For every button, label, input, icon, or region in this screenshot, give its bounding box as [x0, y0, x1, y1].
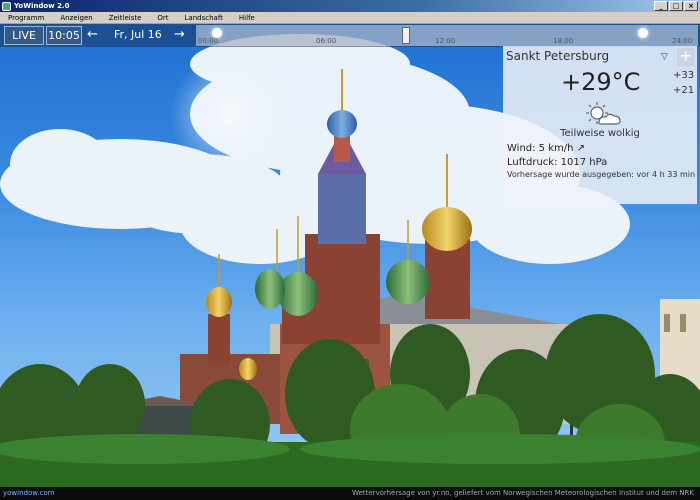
menu-zeitleiste[interactable]: Zeitleiste	[109, 14, 142, 22]
high-temperature: +33	[673, 70, 695, 81]
timeline-tick: 24:00	[672, 37, 693, 45]
timeline-slider-handle[interactable]	[402, 27, 410, 44]
timeline-tick: 06:00	[316, 37, 337, 45]
maximize-button[interactable]: □	[669, 1, 683, 11]
back-arrow-icon[interactable]: ←	[87, 27, 98, 43]
forecast-credit[interactable]: Wettervorhersage von yr.no, geliefert vo…	[352, 489, 694, 497]
weather-condition: Teilweise wolkig	[560, 128, 640, 139]
sun-icon	[638, 28, 648, 38]
window-title: YoWindow 2.0	[14, 2, 70, 10]
date-display[interactable]: Fr, Jul 16	[114, 27, 162, 43]
partly-cloudy-icon	[586, 102, 621, 125]
window-titlebar[interactable]: YoWindow 2.0 _ □ ×	[0, 0, 700, 12]
weather-panel: Sankt Petersburg ▽ + +29°C +33 +21 Teilw…	[503, 46, 697, 204]
time-display[interactable]: 10:05	[46, 26, 82, 45]
add-location-button[interactable]: +	[677, 48, 695, 66]
menu-ort[interactable]: Ort	[157, 14, 168, 22]
wind-info: Wind: 5 km/h ↗	[507, 143, 586, 154]
forecast-issued-info: Vorhersage wurde ausgegeben: vor 4 h 33 …	[507, 170, 696, 179]
website-link[interactable]: yowindow.com	[3, 489, 55, 497]
live-button[interactable]: LIVE	[4, 26, 44, 45]
landscape-scene: LIVE 10:05 ← Fr, Jul 16 → 00:00 06:00 12…	[0, 24, 700, 487]
menu-landschaft[interactable]: Landschaft	[185, 14, 223, 22]
menu-programm[interactable]: Programm	[8, 14, 44, 22]
menu-bar: Programm Anzeigen Zeitleiste Ort Landsch…	[0, 12, 700, 24]
menu-hilfe[interactable]: Hilfe	[239, 14, 255, 22]
minimize-button[interactable]: _	[654, 1, 668, 11]
timeline-tick: 12:00	[435, 37, 456, 45]
current-temperature: +29°C	[561, 68, 641, 96]
timeline-tick: 18:00	[553, 37, 574, 45]
pressure-info: Luftdruck: 1017 hPa	[507, 157, 608, 168]
app-icon	[2, 1, 11, 11]
timeline-tick: 00:00	[198, 37, 219, 45]
menu-anzeigen[interactable]: Anzeigen	[60, 14, 92, 22]
low-temperature: +21	[673, 85, 695, 96]
close-button[interactable]: ×	[684, 1, 698, 11]
control-bar: LIVE 10:05 ← Fr, Jul 16 → 00:00 06:00 12…	[0, 24, 700, 47]
city-name[interactable]: Sankt Petersburg	[506, 49, 609, 63]
city-dropdown-icon[interactable]: ▽	[661, 52, 668, 62]
status-bar: yowindow.com Wettervorhersage von yr.no,…	[0, 487, 700, 500]
timeline-track[interactable]: 00:00 06:00 12:00 18:00 24:00	[196, 25, 698, 46]
forward-arrow-icon[interactable]: →	[174, 27, 185, 43]
